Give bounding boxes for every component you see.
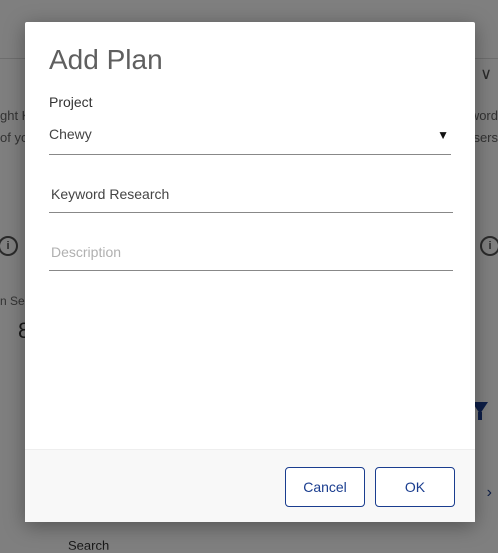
plan-name-field [49,176,453,213]
ok-button[interactable]: OK [375,467,455,507]
plan-name-input[interactable] [49,176,453,212]
description-input[interactable] [49,234,453,270]
dialog-footer: Cancel OK [25,449,475,522]
project-label: Project [49,94,93,110]
project-select-value: Chewy [49,126,92,142]
description-field [49,234,453,271]
project-select[interactable]: Chewy ▼ [49,118,451,155]
add-plan-dialog: Add Plan Project Chewy ▼ Cancel OK [25,22,475,522]
dialog-title: Add Plan [49,44,163,75]
cancel-button[interactable]: Cancel [285,467,365,507]
caret-down-icon: ▼ [437,128,449,142]
